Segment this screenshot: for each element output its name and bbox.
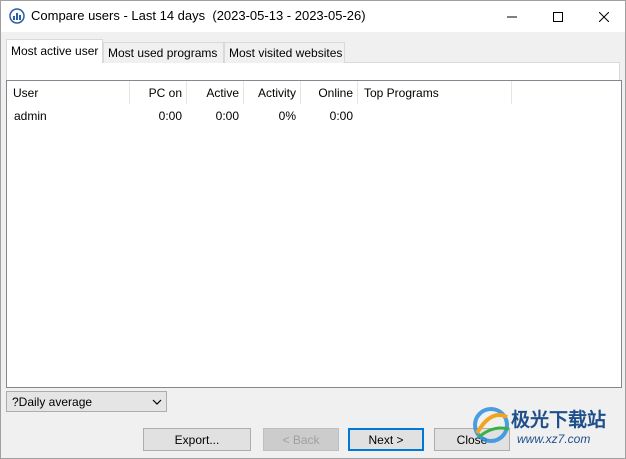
export-button[interactable]: Export... [143,428,251,451]
list-header: User PC on Active Activity Online Top Pr… [7,81,621,104]
period-select-value: ?Daily average [12,395,93,409]
cell-activity: 0% [278,109,296,123]
column-label: Online [318,86,353,100]
tab-label: Most visited websites [229,46,343,60]
cell-user: admin [14,109,47,123]
tab-most-visited-websites[interactable]: Most visited websites [224,42,345,63]
window-title: Compare users - Last 14 days (2023-05-13… [31,8,366,23]
minimize-button[interactable] [489,1,535,32]
column-header-top-programs[interactable]: Top Programs [358,81,512,104]
minimize-icon [507,16,517,17]
tab-most-active-user[interactable]: Most active user [6,39,103,63]
title-bar[interactable]: Compare users - Last 14 days (2023-05-13… [1,1,625,32]
column-label: Activity [257,86,296,100]
compare-users-window: Compare users - Last 14 days (2023-05-13… [0,0,626,459]
users-list[interactable]: User PC on Active Activity Online Top Pr… [6,80,622,388]
column-header-activity[interactable]: Activity [244,81,301,104]
cell-online: 0:00 [329,109,353,123]
column-header-online[interactable]: Online [301,81,358,104]
watermark-url: www.xz7.com [517,432,591,446]
close-window-button[interactable] [581,1,626,32]
maximize-icon [553,11,563,22]
next-button[interactable]: Next > [348,428,424,451]
tab-label: Most active user [11,44,99,58]
column-label: Active [206,86,239,100]
aurora-logo-icon [473,407,510,443]
watermark: 极光下载站 www.xz7.com [469,399,619,455]
column-header-user[interactable]: User [7,81,130,104]
watermark-text: 极光下载站 [511,409,607,431]
close-icon [599,11,609,22]
bar-chart-app-icon [9,8,25,24]
column-label: PC on [148,86,182,100]
chevron-down-icon [152,399,162,405]
column-header-active[interactable]: Active [187,81,244,104]
maximize-button[interactable] [535,1,581,32]
tab-most-used-programs[interactable]: Most used programs [103,42,224,63]
cell-active: 0:00 [215,109,239,123]
column-label: Top Programs [364,86,439,100]
period-select[interactable]: ?Daily average [6,391,167,412]
back-button[interactable]: < Back [263,428,339,451]
tab-label: Most used programs [108,46,218,60]
column-label: User [13,86,39,100]
column-header-pc-on[interactable]: PC on [130,81,187,104]
cell-pc-on: 0:00 [158,109,182,123]
